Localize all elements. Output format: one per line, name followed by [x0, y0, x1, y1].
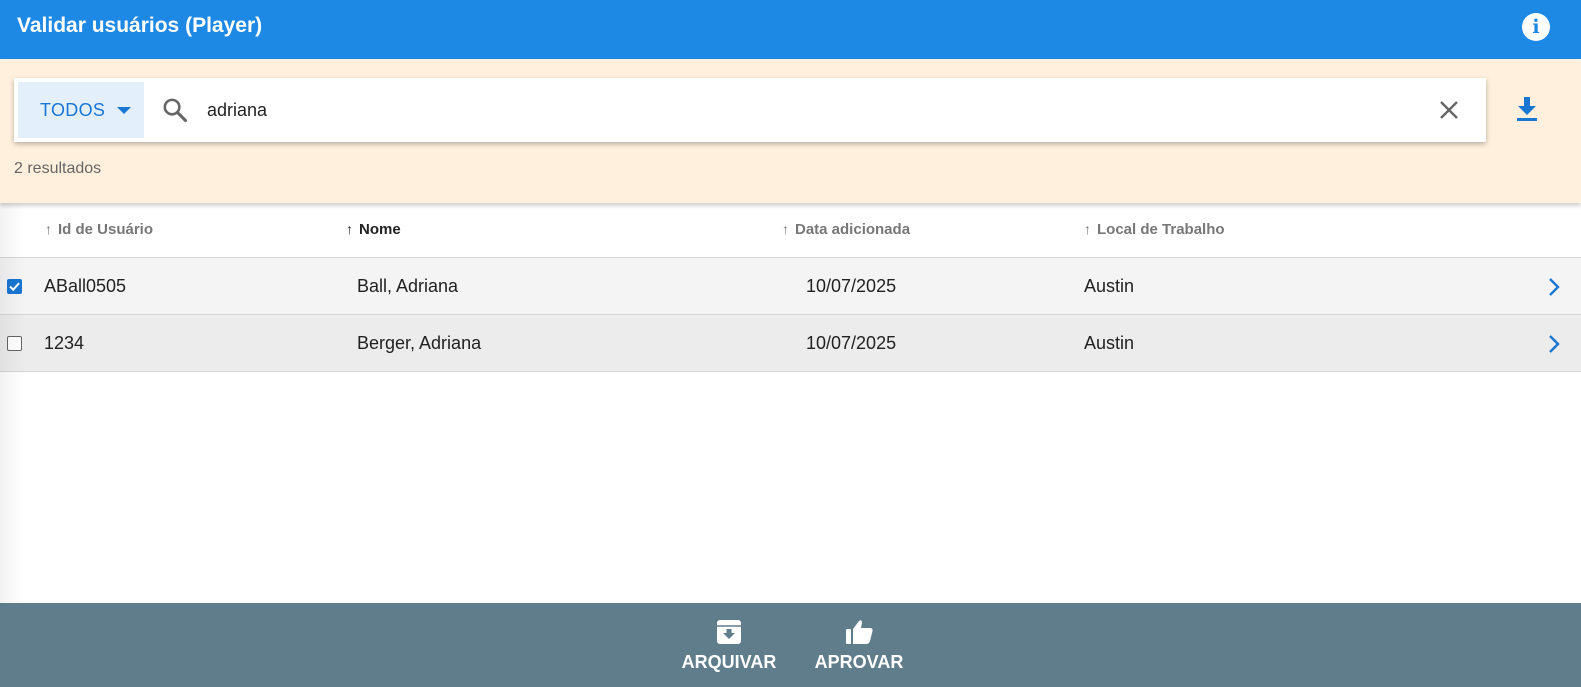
archive-button[interactable]: ARQUIVAR [674, 617, 784, 673]
cell-date-added: 10/07/2025 [806, 276, 897, 296]
download-icon[interactable] [1515, 96, 1539, 122]
archive-button-label: ARQUIVAR [681, 652, 777, 672]
search-icon [163, 98, 188, 123]
cell-date-added: 10/07/2025 [806, 333, 897, 353]
column-header-user-id[interactable]: ↑ Id de Usuário [45, 221, 153, 238]
app-header: Validar usuários (Player) i [0, 0, 1581, 59]
approve-button-label: APROVAR [814, 652, 904, 672]
archive-icon [717, 620, 741, 644]
filter-bar: TODOS 2 resultados [0, 59, 1581, 203]
column-header-workplace[interactable]: ↑ Local de Trabalho [1084, 221, 1225, 238]
chevron-right-icon[interactable] [1548, 277, 1560, 297]
approve-button[interactable]: APROVAR [804, 617, 914, 673]
thumbs-up-icon [846, 620, 873, 644]
column-header-date-added[interactable]: ↑ Data adicionada [782, 221, 910, 238]
sort-arrow-icon: ↑ [346, 221, 353, 237]
table-header: ↑ Id de Usuário ↑ Nome ↑ Data adicionada ↑ L… [0, 203, 1581, 258]
sort-arrow-icon: ↑ [45, 221, 52, 237]
cell-name: Ball, Adriana [357, 276, 459, 296]
search-input[interactable] [207, 94, 1407, 126]
scope-dropdown-label: TODOS [40, 100, 106, 120]
action-bar: ARQUIVAR APROVAR [0, 603, 1581, 687]
sort-arrow-icon: ↑ [1084, 221, 1091, 237]
result-count: 2 resultados [14, 160, 102, 177]
caret-down-icon [117, 107, 131, 114]
close-icon[interactable] [1438, 99, 1460, 121]
table-row[interactable]: 1234 Berger, Adriana 10/07/2025 Austin [0, 315, 1581, 372]
cell-workplace: Austin [1084, 276, 1135, 296]
column-header-name[interactable]: ↑ Nome [346, 221, 401, 238]
page-title: Validar usuários (Player) [17, 14, 263, 37]
search-box: TODOS [14, 78, 1486, 142]
cell-user-id: ABall0505 [44, 276, 127, 296]
sort-arrow-icon: ↑ [782, 221, 789, 237]
cell-name: Berger, Adriana [357, 333, 482, 353]
cell-workplace: Austin [1084, 333, 1135, 353]
scope-dropdown[interactable]: TODOS [18, 82, 144, 138]
row-checkbox[interactable] [7, 336, 22, 351]
table-row[interactable]: ABall0505 Ball, Adriana 10/07/2025 Austi… [0, 258, 1581, 315]
info-icon[interactable]: i [1522, 13, 1550, 41]
row-checkbox[interactable] [7, 279, 22, 294]
cell-user-id: 1234 [44, 333, 85, 353]
chevron-right-icon[interactable] [1548, 334, 1560, 354]
